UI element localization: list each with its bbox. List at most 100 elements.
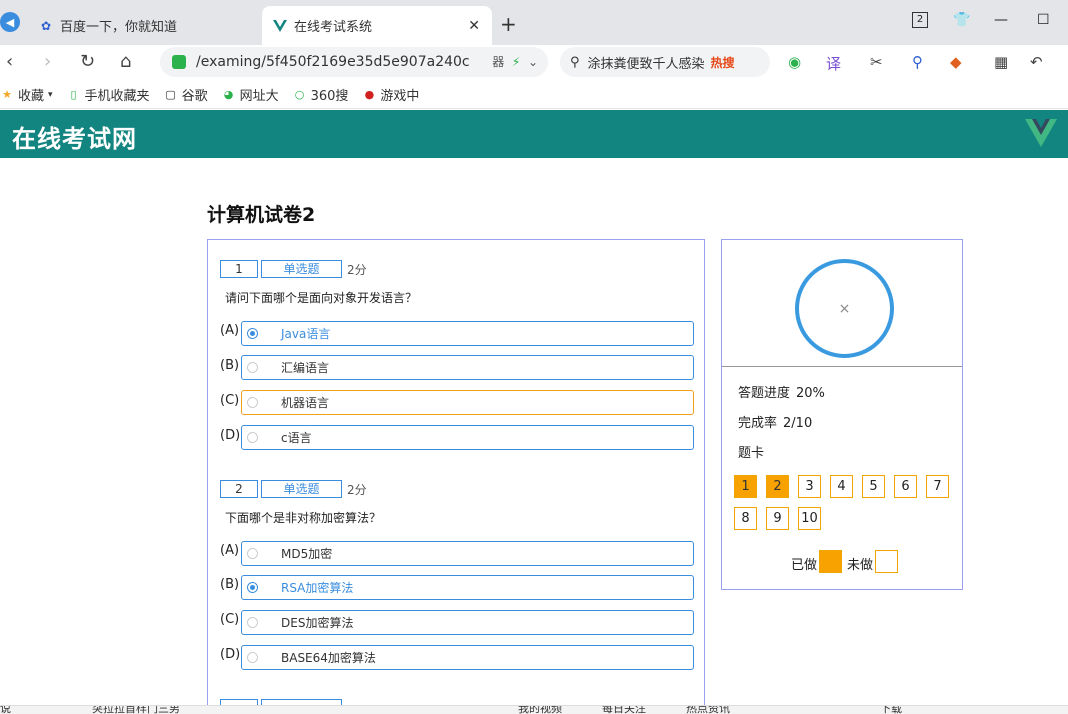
card-cell-1[interactable]: 1 (734, 475, 757, 498)
card-cell-2[interactable]: 2 (766, 475, 789, 498)
option-letter: (B) (220, 358, 240, 373)
site-nav-icon: ◕ (223, 88, 234, 101)
radio-button[interactable] (247, 362, 258, 373)
status-item[interactable]: 说 (0, 706, 11, 714)
bookmark-sites[interactable]: ◕ 网址大 (222, 85, 279, 104)
option-label: c语言 (281, 431, 312, 445)
option-letter: (C) (220, 393, 240, 408)
hot-search-badge: 热搜 (710, 55, 735, 70)
minimize-button[interactable]: — (994, 12, 1008, 28)
radio-button[interactable] (247, 397, 258, 408)
undo-icon[interactable]: ↶ (1030, 53, 1043, 71)
maximize-button[interactable]: ☐ (1037, 12, 1050, 28)
radio-button[interactable] (247, 617, 258, 628)
legend-done-label: 已做 (791, 558, 818, 573)
lightning-icon: ⚡ (511, 55, 521, 69)
progress-label: 答题进度 (738, 386, 791, 401)
game-icon[interactable]: ◆ (950, 53, 962, 71)
progress-line: 答题进度 20% (738, 382, 825, 401)
address-toolbar: ‹ › ↻ ⌂ /examing/5f450f2169e35d5e907a240… (0, 45, 1068, 81)
tab-label: 在线考试系统 (294, 20, 373, 35)
question-type: 单选题 (261, 260, 342, 278)
tab-label: 百度一下，你就知道 (60, 20, 178, 35)
home-icon[interactable]: ⌂ (120, 51, 131, 72)
url-actions[interactable]: 器 ⚡ ⌄ (492, 53, 538, 70)
question-number: 2 (220, 480, 258, 498)
new-tab-button[interactable]: + (500, 12, 517, 36)
bookmark-mobile[interactable]: ▯ 手机收藏夹 (67, 85, 150, 104)
bookmark-games[interactable]: ● 游戏中 (362, 85, 420, 104)
option-label: BASE64加密算法 (281, 651, 376, 665)
card-cell-6[interactable]: 6 (894, 475, 917, 498)
card-cell-5[interactable]: 5 (862, 475, 885, 498)
option-a[interactable]: Java语言 (241, 321, 694, 346)
card-cell-4[interactable]: 4 (830, 475, 853, 498)
option-c[interactable]: DES加密算法 (241, 610, 694, 635)
option-d[interactable]: c语言 (241, 425, 694, 450)
card-cell-9[interactable]: 9 (766, 507, 789, 530)
option-label: RSA加密算法 (281, 581, 354, 595)
question-text: 下面哪个是非对称加密算法？ (225, 511, 382, 525)
option-d[interactable]: BASE64加密算法 (241, 645, 694, 670)
option-label: 机器语言 (281, 396, 330, 410)
tab-exam-system[interactable]: 在线考试系统 ✕ (262, 6, 492, 45)
bookmark-360search[interactable]: ○ 360搜 (293, 85, 349, 104)
radio-button[interactable] (247, 328, 258, 339)
url-text: /examing/5f450f2169e35d5e907a240c (196, 54, 470, 70)
question-score: 2分 (347, 263, 367, 277)
magnifier-icon[interactable]: ⚲ (912, 53, 923, 71)
option-letter: (A) (220, 543, 240, 558)
browser-tab-strip: ◀ ✿ 百度一下，你就知道 在线考试系统 ✕ + 2 👕 — ☐ (0, 0, 1068, 45)
option-label: DES加密算法 (281, 616, 354, 630)
status-item[interactable]: 突拉拉首样门三男 (92, 706, 180, 714)
card-cell-3[interactable]: 3 (798, 475, 821, 498)
security-shield-icon (172, 55, 186, 69)
site-brand[interactable]: 在线考试网 (12, 119, 137, 154)
option-b[interactable]: RSA加密算法 (241, 575, 694, 600)
status-item[interactable]: 每日关注 (602, 706, 646, 714)
close-icon: × (838, 300, 851, 317)
forward-icon[interactable]: › (44, 51, 51, 72)
window-count-badge[interactable]: 2 (912, 12, 928, 28)
option-b[interactable]: 汇编语言 (241, 355, 694, 380)
translate-icon[interactable]: 译 (826, 53, 841, 74)
completion-value: 2/10 (783, 416, 813, 431)
option-letter: (D) (220, 647, 241, 662)
status-item[interactable]: 我的视频 (518, 706, 562, 714)
back-icon[interactable]: ‹ (6, 51, 13, 72)
card-cell-10[interactable]: 10 (798, 507, 821, 530)
phone-icon: ▯ (70, 88, 77, 101)
question-header: 1 单选题 2分 (220, 260, 695, 278)
question-score: 2分 (347, 483, 367, 497)
skin-shirt-icon[interactable]: 👕 (953, 12, 970, 28)
option-a[interactable]: MD5加密 (241, 541, 694, 566)
answer-sheet-panel: × 答题进度 20% 完成率 2/10 题卡 1 2 3 4 5 6 7 8 9 1… (721, 239, 963, 590)
completion-label: 完成率 (738, 416, 778, 431)
baidu-paw-icon: ✿ (40, 18, 52, 33)
progress-ring: × (795, 259, 894, 358)
status-item[interactable]: 下载 (880, 706, 902, 714)
vue-logo-icon (1025, 119, 1057, 147)
radio-button[interactable] (247, 652, 258, 663)
option-label: Java语言 (281, 327, 331, 341)
question-header: 2 单选题 2分 (220, 480, 695, 498)
close-tab-icon[interactable]: ✕ (468, 18, 480, 34)
question-1: 1 单选题 2分 请问下面哪个是面向对象开发语言？ (A) Java语言 (B)… (220, 260, 695, 450)
url-input[interactable]: /examing/5f450f2169e35d5e907a240c 器 ⚡ ⌄ (160, 47, 548, 77)
radio-button[interactable] (247, 432, 258, 443)
search-input[interactable]: ⚲ 涂抹粪便致千人感染 热搜 (560, 47, 770, 77)
radio-button[interactable] (247, 548, 258, 559)
status-item[interactable]: 热点资讯 (686, 706, 730, 714)
bookmark-google[interactable]: ▢ 谷歌 (164, 85, 207, 104)
grid-apps-icon[interactable]: ▦ (994, 53, 1008, 71)
card-cell-7[interactable]: 7 (926, 475, 949, 498)
tab-baidu[interactable]: ✿ 百度一下，你就知道 (30, 6, 258, 45)
option-c[interactable]: 机器语言 (241, 390, 694, 415)
extension-green-icon[interactable]: ◉ (788, 53, 801, 71)
bookmark-favorites[interactable]: ★ 收藏 ▾ (0, 85, 52, 104)
card-cell-8[interactable]: 8 (734, 507, 757, 530)
radio-button[interactable] (247, 582, 258, 593)
scissors-icon[interactable]: ✂ (870, 53, 883, 71)
browser-logo-icon[interactable]: ◀ (0, 12, 20, 32)
reload-icon[interactable]: ↻ (80, 51, 95, 72)
